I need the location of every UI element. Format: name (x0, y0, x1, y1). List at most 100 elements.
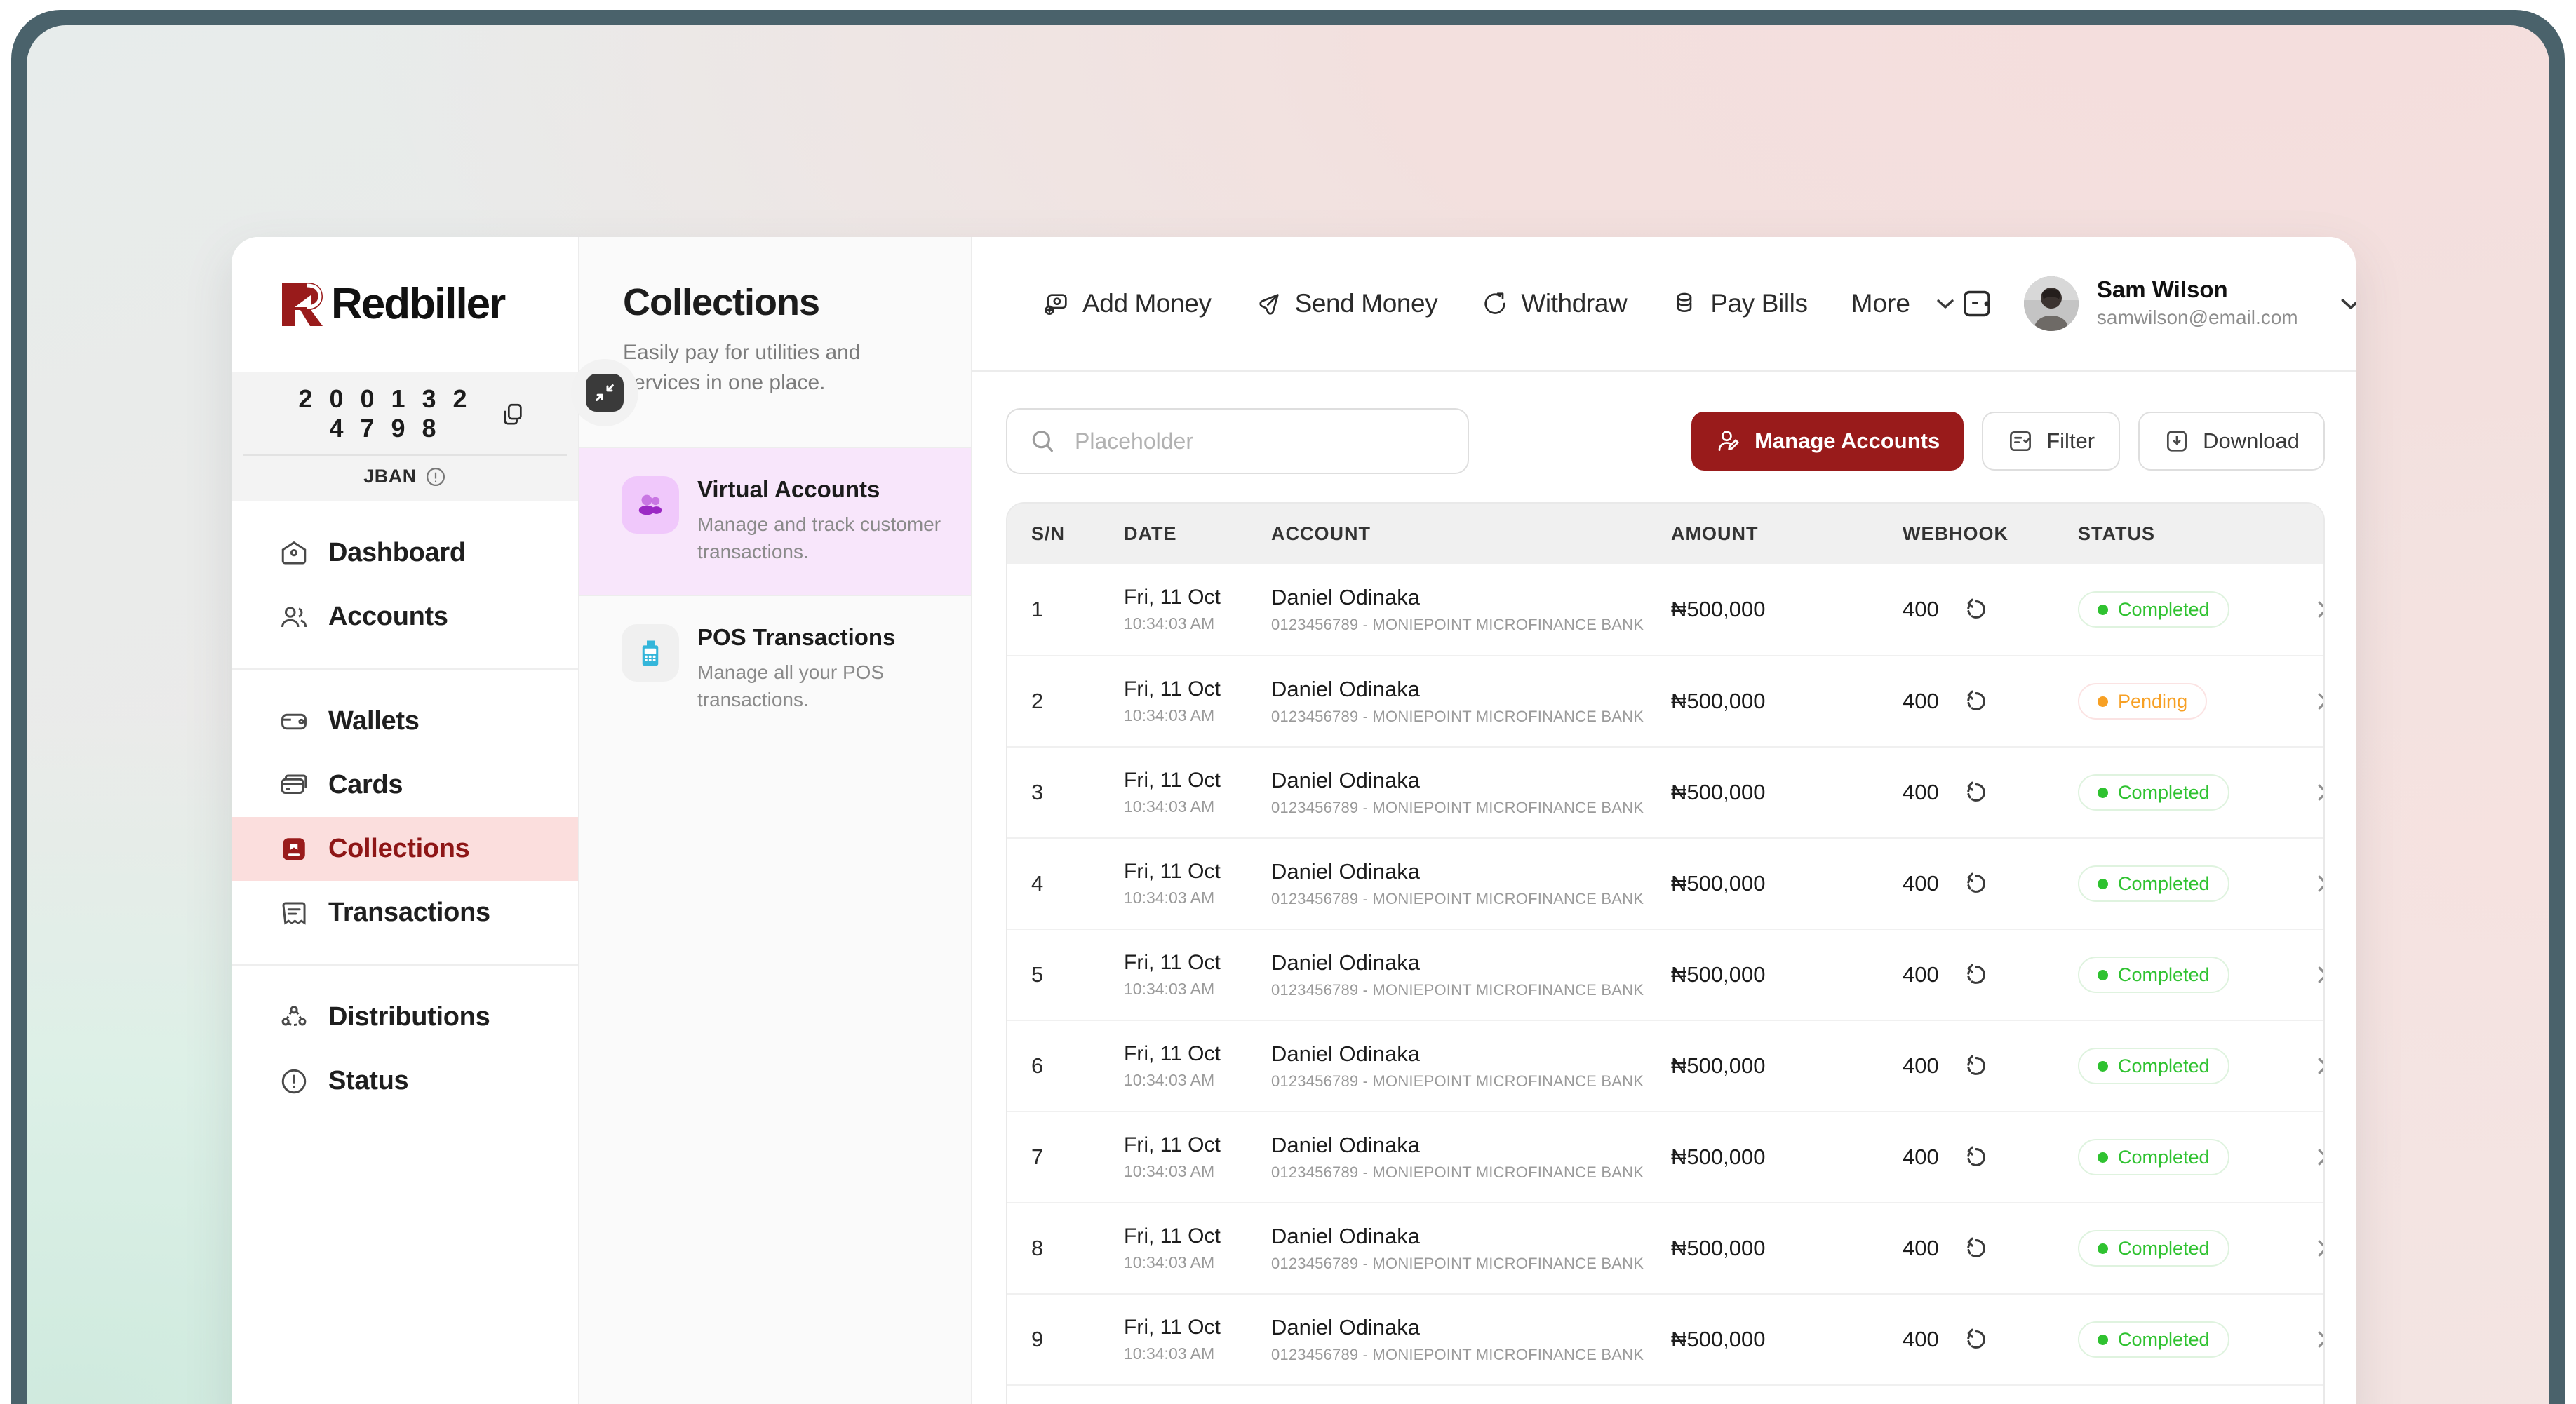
chevron-right-icon (2318, 875, 2323, 892)
retry-icon[interactable] (1963, 779, 1990, 806)
sidebar-item-dashboard[interactable]: Dashboard (232, 521, 578, 585)
sidebar-item-distributions[interactable]: Distributions (232, 985, 578, 1049)
collections-card-title: Virtual Accounts (697, 476, 880, 503)
row-open-button[interactable] (2309, 1053, 2323, 1079)
retry-icon[interactable] (1963, 1326, 1990, 1353)
cell-date: Fri, 11 Oct 10:34:03 AM (1124, 1133, 1221, 1180)
status-badge: Pending (2078, 683, 2208, 720)
status-badge: Completed (2078, 1048, 2229, 1084)
collections-card-virtual-accounts[interactable]: Virtual Accounts Manage and track custom… (579, 447, 971, 595)
nav-more-label: More (1851, 289, 1910, 318)
copy-icon[interactable] (501, 402, 525, 426)
row-open-button[interactable] (2309, 1236, 2323, 1261)
app-window: Redbiller 2 0 0 1 3 2 4 7 9 8 JBAN Dashb… (232, 237, 2356, 1404)
account-number-box: 2 0 0 1 3 2 4 7 9 8 JBAN (232, 372, 578, 501)
cell-webhook: 400 (1903, 688, 2078, 715)
retry-icon[interactable] (1963, 1144, 1990, 1170)
home-icon (279, 539, 309, 568)
table-row[interactable]: 7 Fri, 11 Oct 10:34:03 AM Daniel Odinaka 012… (1007, 1111, 2323, 1202)
status-badge: Completed (2078, 774, 2229, 811)
row-open-button[interactable] (2309, 962, 2323, 987)
cell-amount: ₦500,000 (1671, 962, 1766, 987)
table-row[interactable]: 1 Fri, 11 Oct 10:34:03 AM Daniel Odinaka 012… (1007, 564, 2323, 655)
nav-withdraw[interactable]: Withdraw (1481, 289, 1628, 318)
search-box[interactable] (1006, 408, 1469, 474)
wallet-outline-icon[interactable] (1959, 285, 1996, 322)
column-header-account: ACCOUNT (1271, 522, 1371, 544)
retry-icon[interactable] (1963, 688, 1990, 715)
account-number: 2 0 0 1 3 2 4 7 9 8 (298, 384, 472, 443)
screen-backdrop: Redbiller 2 0 0 1 3 2 4 7 9 8 JBAN Dashb… (27, 25, 2549, 1404)
table-row[interactable]: 10Fri, 11 Oct10:34:03 AMDaniel Odinaka01… (1007, 1384, 2323, 1404)
status-badge: Completed (2078, 1139, 2229, 1175)
sidebar-item-label: Distributions (328, 1002, 490, 1032)
cell-date: Fri, 11 Oct 10:34:03 AM (1124, 951, 1221, 998)
table-row[interactable]: 9 Fri, 11 Oct 10:34:03 AM Daniel Odinaka 012… (1007, 1293, 2323, 1384)
cell-amount: ₦500,000 (1671, 597, 1766, 621)
collections-card-pos-transactions[interactable]: POS Transactions Manage all your POS tra… (579, 595, 971, 743)
cell-sn: 4 (1031, 871, 1044, 896)
sidebar-item-wallets[interactable]: Wallets (232, 689, 578, 753)
retry-icon[interactable] (1963, 596, 1990, 623)
table-row[interactable]: 2 Fri, 11 Oct 10:34:03 AM Daniel Odinaka 012… (1007, 655, 2323, 746)
user-edit-icon (1718, 431, 1739, 452)
info-circle-icon[interactable] (425, 466, 446, 487)
table-row[interactable]: 3 Fri, 11 Oct 10:34:03 AM Daniel Odinaka 012… (1007, 746, 2323, 837)
cell-webhook: 400 (1903, 1144, 2078, 1170)
row-open-button[interactable] (2309, 871, 2323, 896)
cell-webhook: 400 (1903, 596, 2078, 623)
sidebar-item-collections[interactable]: Collections (232, 817, 578, 881)
manage-accounts-button[interactable]: Manage Accounts (1691, 412, 1964, 471)
cell-amount: ₦500,000 (1671, 780, 1766, 804)
table-row[interactable]: 6 Fri, 11 Oct 10:34:03 AM Daniel Odinaka 012… (1007, 1020, 2323, 1111)
table-row[interactable]: 4 Fri, 11 Oct 10:34:03 AM Daniel Odinaka 012… (1007, 837, 2323, 929)
column-header-date: DATE (1124, 522, 1177, 544)
row-open-button[interactable] (2309, 780, 2323, 805)
nav-label: Pay Bills (1710, 289, 1808, 318)
nav-send-money[interactable]: Send Money (1255, 289, 1438, 318)
nav-label: Withdraw (1521, 289, 1628, 318)
row-open-button[interactable] (2309, 689, 2323, 714)
filter-button[interactable]: Filter (1982, 412, 2121, 471)
user-menu[interactable]: Sam Wilson samwilson@email.com (2023, 276, 2356, 331)
virtual-accounts-icon (622, 476, 679, 534)
transactions-table: S/N DATE ACCOUNT AMOUNT WEBHOOK STATUS 1… (1006, 502, 2325, 1404)
filter-icon (2010, 431, 2032, 452)
brand-logo[interactable]: Redbiller (232, 237, 578, 372)
collections-icon (279, 835, 309, 864)
collections-card-desc: Manage all your POS transactions. (697, 661, 885, 711)
table-row[interactable]: 5 Fri, 11 Oct 10:34:03 AM Daniel Odinaka 012… (1007, 929, 2323, 1020)
sidebar-group-main: Dashboard Accounts (232, 501, 578, 668)
user-name: Sam Wilson (2096, 276, 2228, 303)
send-money-icon (1255, 290, 1283, 318)
retry-icon[interactable] (1963, 1053, 1990, 1079)
retry-icon[interactable] (1963, 961, 1990, 988)
retry-icon[interactable] (1963, 870, 1990, 897)
sidebar-item-accounts[interactable]: Accounts (232, 585, 578, 649)
status-badge: Completed (2078, 591, 2229, 628)
sidebar-item-label: Wallets (328, 706, 420, 736)
row-open-button[interactable] (2309, 597, 2323, 622)
table-row[interactable]: 8 Fri, 11 Oct 10:34:03 AM Daniel Odinaka 012… (1007, 1202, 2323, 1293)
sidebar-collapse-button[interactable] (571, 359, 638, 426)
row-open-button[interactable] (2309, 1145, 2323, 1170)
nav-add-money[interactable]: Add Money (1042, 289, 1212, 318)
status-badge: Completed (2078, 957, 2229, 993)
cell-sn: 6 (1031, 1053, 1044, 1078)
sidebar-item-cards[interactable]: Cards (232, 753, 578, 817)
cell-date: Fri, 11 Oct 10:34:03 AM (1124, 1042, 1221, 1089)
download-button[interactable]: Download (2138, 412, 2325, 471)
receipt-icon (279, 898, 309, 928)
row-open-button[interactable] (2309, 1327, 2323, 1352)
chevron-right-icon (2318, 784, 2323, 801)
nav-pay-bills[interactable]: Pay Bills (1670, 289, 1808, 318)
search-input[interactable] (1075, 428, 1447, 454)
cell-sn: 7 (1031, 1145, 1044, 1169)
nav-more[interactable]: More (1851, 289, 1959, 318)
cell-webhook: 400 (1903, 1326, 2078, 1353)
retry-icon[interactable] (1963, 1235, 1990, 1262)
page-title: Collections (623, 281, 820, 323)
sidebar-item-status[interactable]: Status (232, 1049, 578, 1113)
cell-amount: ₦500,000 (1671, 689, 1766, 713)
sidebar-item-transactions[interactable]: Transactions (232, 881, 578, 945)
